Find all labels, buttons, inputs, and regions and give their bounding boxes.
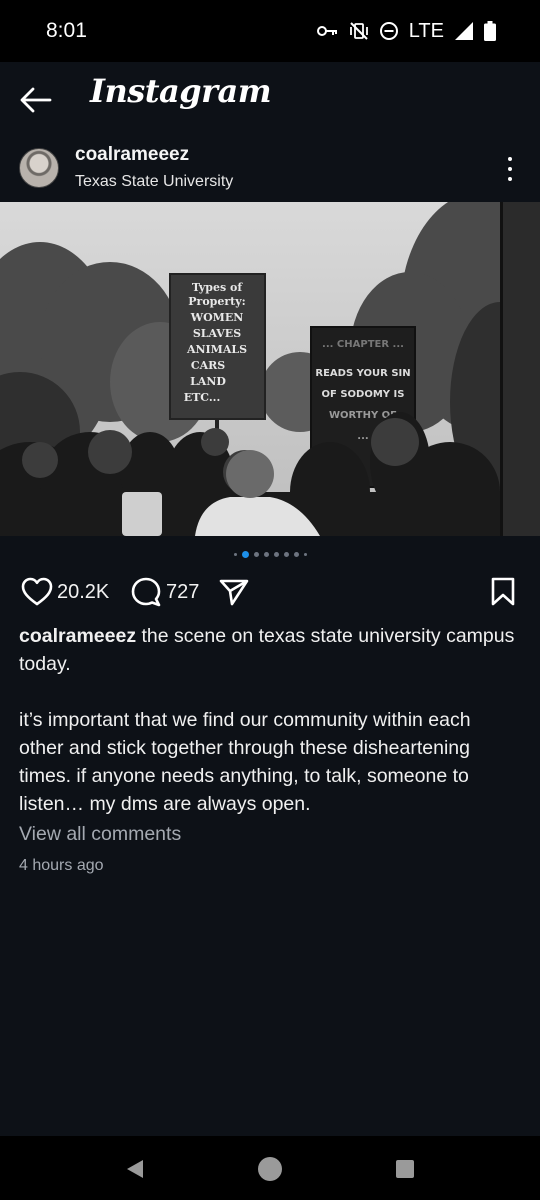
post-photo[interactable]: Types of Property: WOMEN SLAVES ANIMALS … — [0, 202, 540, 536]
save-group — [490, 577, 516, 607]
system-nav-bar — [0, 1136, 540, 1200]
comment-count[interactable]: 727 — [166, 581, 199, 604]
sign-line: ETC... — [184, 391, 221, 404]
do-not-disturb-icon — [379, 21, 399, 41]
comment-group: 727 — [130, 577, 199, 607]
carousel-dot — [233, 552, 237, 556]
circle-home-icon — [258, 1157, 282, 1181]
arrow-left-icon — [20, 87, 52, 113]
heart-icon[interactable] — [21, 577, 53, 607]
back-button[interactable] — [18, 82, 54, 118]
network-type-label: LTE — [408, 19, 444, 42]
caption-second-paragraph: it’s important that we find our communit… — [19, 709, 471, 815]
triangle-back-icon — [127, 1160, 143, 1178]
post-location[interactable]: Texas State University — [75, 173, 233, 191]
avatar[interactable] — [19, 148, 59, 188]
like-group: 20.2K — [21, 577, 109, 607]
app-title: Instagram — [90, 72, 272, 110]
more-options-icon[interactable] — [498, 154, 522, 184]
sign-line: CARS — [191, 359, 225, 372]
carousel-dot — [253, 551, 259, 557]
post-header: coalrameeez Texas State University — [0, 138, 540, 200]
status-bar: 8:01 LTE — [0, 0, 540, 62]
send-icon[interactable] — [218, 578, 250, 606]
vpn-key-icon — [316, 24, 339, 38]
sign-line: LAND — [190, 375, 226, 388]
status-time: 8:01 — [46, 19, 87, 42]
sign-line: READS YOUR SIN — [315, 368, 410, 379]
post-actions: 20.2K 727 — [0, 572, 540, 614]
carousel-dot — [241, 550, 249, 558]
nav-home-button[interactable] — [257, 1156, 283, 1182]
sign-line: OF SODOMY IS — [322, 389, 405, 400]
caption-username[interactable]: coalrameeez — [19, 625, 136, 647]
carousel-dot — [273, 551, 279, 557]
post-timestamp: 4 hours ago — [19, 857, 104, 874]
like-count[interactable]: 20.2K — [57, 581, 109, 604]
bookmark-icon[interactable] — [490, 577, 516, 607]
caption-first-paragraph: coalrameeez the scene on texas state uni… — [19, 622, 519, 678]
carousel-dot — [283, 551, 289, 557]
sign-line: Property: — [188, 295, 245, 308]
square-recents-icon — [396, 1160, 414, 1178]
carousel-indicator — [0, 548, 540, 560]
status-icons: LTE — [316, 19, 496, 43]
sign-line: ANIMALS — [186, 343, 247, 356]
nav-back-button[interactable] — [122, 1156, 148, 1182]
sign-line: Types of — [192, 281, 243, 294]
signal-icon — [454, 21, 474, 41]
vibrate-off-icon — [349, 21, 369, 41]
battery-icon — [484, 21, 496, 41]
nav-recents-button[interactable] — [392, 1156, 418, 1182]
sign-line: SLAVES — [193, 327, 241, 340]
post-username[interactable]: coalrameeez — [75, 144, 189, 166]
view-all-comments-link[interactable]: View all comments — [19, 823, 181, 846]
sign-line: ... CHAPTER ... — [322, 339, 404, 350]
share-group — [218, 578, 250, 606]
carousel-dot — [293, 551, 299, 557]
post-caption: coalrameeez the scene on texas state uni… — [19, 622, 519, 818]
comment-icon[interactable] — [130, 577, 162, 607]
app-header: Instagram — [0, 62, 540, 134]
carousel-dot — [263, 551, 269, 557]
sign-line: ... — [357, 431, 368, 442]
carousel-dot — [303, 552, 307, 556]
sign-line: WOMEN — [190, 311, 244, 324]
